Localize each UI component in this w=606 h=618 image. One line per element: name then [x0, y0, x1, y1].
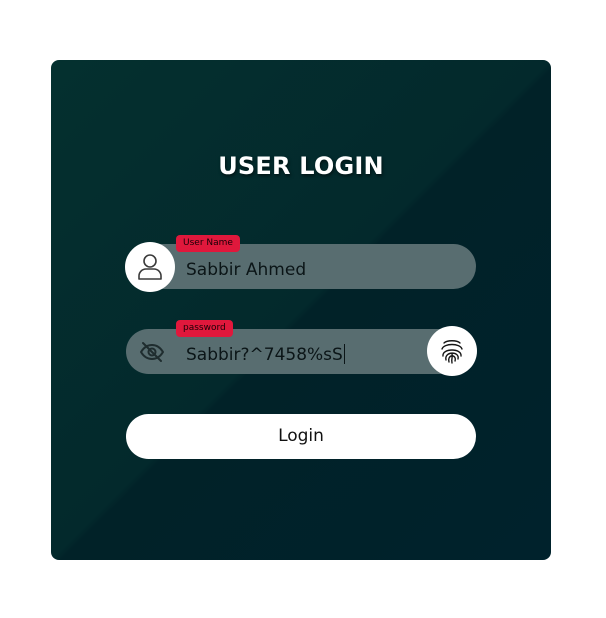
password-input[interactable]: Sabbir?^7458%sS [186, 329, 345, 374]
password-field[interactable]: password Sabbir?^7458%sS [126, 320, 477, 376]
login-button[interactable]: Login [126, 414, 476, 459]
fingerprint-icon[interactable] [427, 326, 477, 376]
eye-slash-icon[interactable] [139, 339, 165, 365]
username-field[interactable]: User Name Sabbir Ahmed [125, 235, 476, 292]
text-cursor [343, 344, 345, 364]
login-card: USER LOGIN User Name Sabbir Ahmed passwo… [51, 60, 551, 560]
username-input[interactable]: Sabbir Ahmed [186, 244, 306, 289]
password-value: Sabbir?^7458%sS [186, 345, 343, 365]
user-icon [125, 242, 175, 292]
page-title: USER LOGIN [218, 152, 384, 180]
